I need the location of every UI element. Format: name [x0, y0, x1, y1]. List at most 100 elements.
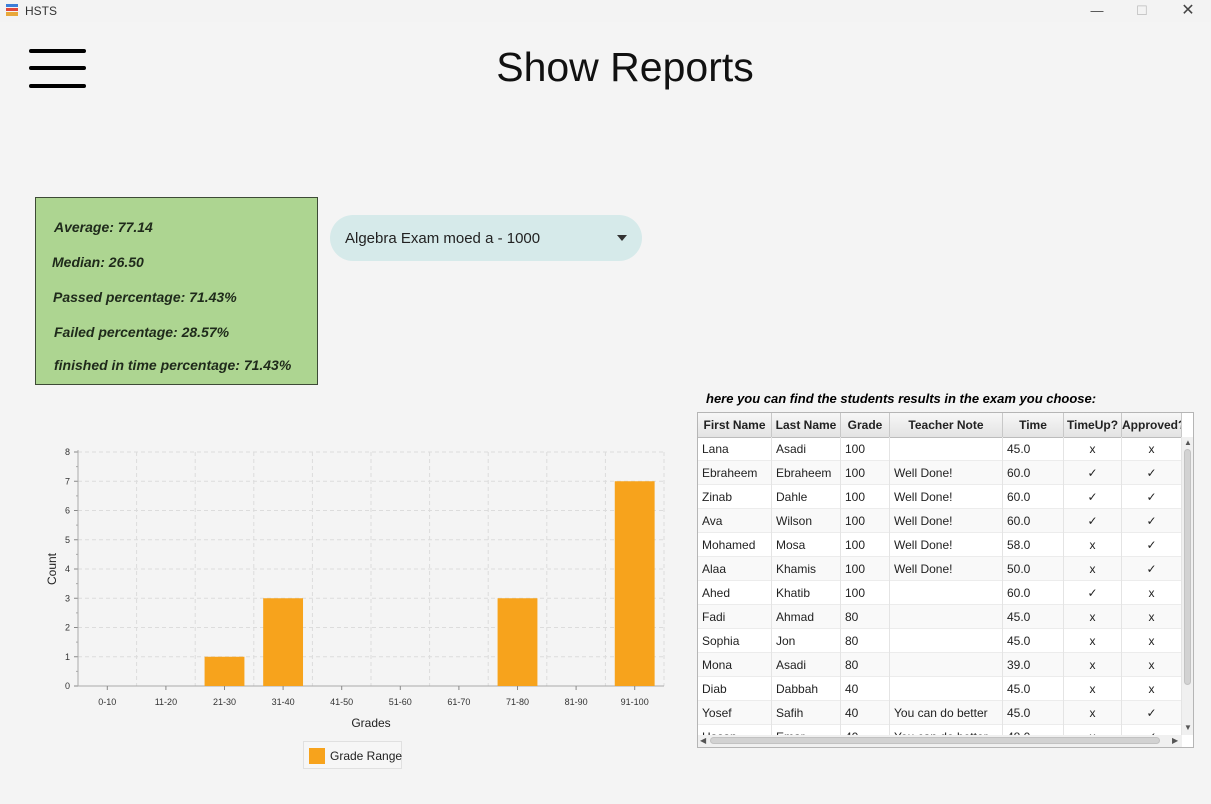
table-row[interactable]: Lana Asadi 100 45.0 x x: [698, 437, 1182, 461]
grade-cell: 100: [841, 437, 890, 461]
first-name-cell: Fadi: [698, 605, 772, 629]
column-header-first-name[interactable]: First Name: [698, 413, 772, 437]
grade-cell: 40: [841, 677, 890, 701]
first-name-cell: Mona: [698, 653, 772, 677]
grade-cell: 100: [841, 557, 890, 581]
first-name-cell: Yosef: [698, 701, 772, 725]
first-name-cell: Mohamed: [698, 533, 772, 557]
table-row[interactable]: Ebraheem Ebraheem 100 Well Done! 60.0 ✓ ✓: [698, 461, 1182, 485]
scroll-left-icon[interactable]: ◀: [700, 736, 706, 745]
timeup-cell: x: [1064, 437, 1122, 461]
time-cell: 60.0: [1003, 581, 1064, 605]
grade-cell: 80: [841, 605, 890, 629]
column-header-last-name[interactable]: Last Name: [772, 413, 841, 437]
teacher-note-cell: [890, 581, 1003, 605]
approved-cell: x: [1122, 581, 1182, 605]
table-row[interactable]: Mona Asadi 80 39.0 x x: [698, 653, 1182, 677]
last-name-cell: Khatib: [772, 581, 841, 605]
vertical-scroll-thumb[interactable]: [1184, 449, 1191, 685]
last-name-cell: Mosa: [772, 533, 841, 557]
y-tick-label: 7: [65, 476, 70, 486]
chart-legend: Grade Range: [303, 741, 402, 769]
table-row[interactable]: Alaa Khamis 100 Well Done! 50.0 x ✓: [698, 557, 1182, 581]
bar-21-30: [204, 656, 245, 686]
first-name-cell: Zinab: [698, 485, 772, 509]
column-header-approved[interactable]: Approved?: [1122, 413, 1182, 437]
teacher-note-cell: You can do better: [890, 701, 1003, 725]
grade-cell: 80: [841, 629, 890, 653]
x-tick-label: 81-90: [565, 697, 588, 707]
grade-cell: 100: [841, 485, 890, 509]
table-row[interactable]: Mohamed Mosa 100 Well Done! 58.0 x ✓: [698, 533, 1182, 557]
horizontal-scroll-thumb[interactable]: [710, 737, 1160, 744]
close-button[interactable]: ✕: [1165, 0, 1211, 22]
table-row[interactable]: Yosef Safih 40 You can do better 45.0 x ✓: [698, 701, 1182, 725]
column-header-timeup[interactable]: TimeUp?: [1064, 413, 1122, 437]
teacher-note-cell: Well Done!: [890, 557, 1003, 581]
grade-cell: 100: [841, 509, 890, 533]
time-cell: 60.0: [1003, 509, 1064, 533]
first-name-cell: Alaa: [698, 557, 772, 581]
teacher-note-cell: Well Done!: [890, 485, 1003, 509]
minimize-button[interactable]: —: [1074, 0, 1120, 22]
x-tick-label: 61-70: [447, 697, 470, 707]
x-tick-label: 41-50: [330, 697, 353, 707]
y-tick-label: 2: [65, 623, 70, 633]
approved-cell: ✓: [1122, 509, 1182, 533]
failed-percentage-stat: Failed percentage: 28.57%: [54, 324, 230, 340]
table-row[interactable]: Zinab Dahle 100 Well Done! 60.0 ✓ ✓: [698, 485, 1182, 509]
timeup-cell: x: [1064, 533, 1122, 557]
results-table[interactable]: First Name Last Name Grade Teacher Note …: [697, 412, 1194, 748]
table-row[interactable]: Diab Dabbah 40 45.0 x x: [698, 677, 1182, 701]
vertical-scrollbar[interactable]: ▲ ▼: [1182, 437, 1193, 735]
table-row[interactable]: Sophia Jon 80 45.0 x x: [698, 629, 1182, 653]
approved-cell: ✓: [1122, 725, 1182, 735]
x-tick-label: 91-100: [621, 697, 649, 707]
timeup-cell: ✓: [1064, 461, 1122, 485]
grade-cell: 80: [841, 653, 890, 677]
first-name-cell: Lana: [698, 437, 772, 461]
y-tick-label: 3: [65, 593, 70, 603]
approved-cell: x: [1122, 653, 1182, 677]
scroll-up-icon[interactable]: ▲: [1184, 438, 1192, 447]
column-header-time[interactable]: Time: [1003, 413, 1064, 437]
teacher-note-cell: Well Done!: [890, 533, 1003, 557]
chevron-down-icon: [617, 235, 627, 241]
approved-cell: x: [1122, 629, 1182, 653]
bar-91-100: [614, 481, 655, 686]
x-tick-label: 51-60: [389, 697, 412, 707]
timeup-cell: x: [1064, 653, 1122, 677]
last-name-cell: Ahmad: [772, 605, 841, 629]
teacher-note-cell: [890, 605, 1003, 629]
hamburger-icon[interactable]: [29, 47, 86, 91]
teacher-note-cell: Well Done!: [890, 461, 1003, 485]
table-row[interactable]: Ahed Khatib 100 60.0 ✓ x: [698, 581, 1182, 605]
time-cell: 45.0: [1003, 437, 1064, 461]
table-row[interactable]: Fadi Ahmad 80 45.0 x x: [698, 605, 1182, 629]
last-name-cell: Dahle: [772, 485, 841, 509]
y-tick-label: 0: [65, 681, 70, 691]
table-row[interactable]: HasanEmar40You can do better48.0x✓: [698, 725, 1182, 735]
first-name-cell: Diab: [698, 677, 772, 701]
grade-cell: 100: [841, 581, 890, 605]
column-header-teacher-note[interactable]: Teacher Note: [890, 413, 1003, 437]
table-row[interactable]: Ava Wilson 100 Well Done! 60.0 ✓ ✓: [698, 509, 1182, 533]
horizontal-scrollbar[interactable]: ◀ ▶: [698, 735, 1182, 747]
approved-cell: x: [1122, 605, 1182, 629]
time-cell: 45.0: [1003, 701, 1064, 725]
teacher-note-cell: You can do better: [890, 725, 1003, 735]
last-name-cell: Dabbah: [772, 677, 841, 701]
passed-percentage-stat: Passed percentage: 71.43%: [53, 289, 237, 305]
column-header-grade[interactable]: Grade: [841, 413, 890, 437]
timeup-cell: ✓: [1064, 485, 1122, 509]
exam-select[interactable]: Algebra Exam moed a - 1000: [330, 215, 642, 261]
scroll-right-icon[interactable]: ▶: [1172, 736, 1178, 745]
scroll-down-icon[interactable]: ▼: [1184, 723, 1192, 732]
x-tick-label: 71-80: [506, 697, 529, 707]
timeup-cell: x: [1064, 629, 1122, 653]
teacher-note-cell: [890, 437, 1003, 461]
timeup-cell: x: [1064, 725, 1122, 735]
maximize-button[interactable]: ☐: [1119, 0, 1165, 22]
grade-cell: 40: [841, 725, 890, 735]
x-tick-label: 21-30: [213, 697, 236, 707]
